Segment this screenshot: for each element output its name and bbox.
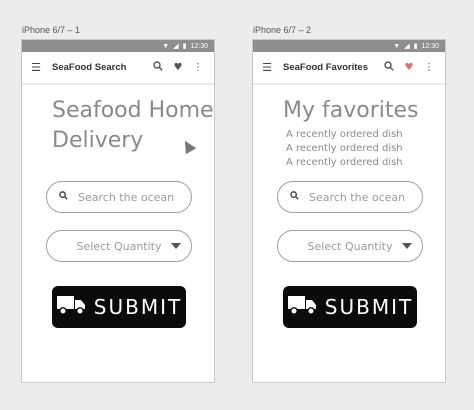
signal-icon: ◢ [173, 42, 179, 50]
app-bar-title: SeaFood Favorites [283, 62, 368, 73]
menu-icon[interactable]: ☰ [28, 61, 44, 74]
page-title: My favorites [283, 98, 419, 123]
artboard-label-2: iPhone 6/7 – 2 [253, 25, 312, 35]
battery-icon: ▮ [182, 42, 187, 50]
search-input[interactable]: Search the ocean [277, 181, 423, 213]
favorite-item: A recently ordered dish [286, 143, 403, 154]
search-icon [290, 191, 299, 203]
status-bar: ▼ ◢ ▮ 12:30 [22, 40, 214, 52]
wifi-icon: ▼ [393, 42, 401, 50]
signal-icon: ◢ [404, 42, 410, 50]
favorite-item: A recently ordered dish [286, 157, 403, 168]
search-icon [59, 191, 68, 203]
submit-button[interactable]: SUBMIT [283, 286, 417, 328]
select-value: Select Quantity [307, 239, 393, 253]
favorite-item: A recently ordered dish [286, 129, 403, 140]
more-vert-icon[interactable]: ⋮ [188, 62, 208, 73]
search-icon[interactable] [148, 61, 168, 74]
search-input[interactable]: Search the ocean [46, 181, 192, 213]
heart-icon[interactable]: ♥ [168, 62, 188, 73]
search-placeholder: Search the ocean [309, 190, 406, 204]
truck-icon [56, 294, 86, 321]
quantity-select[interactable]: Select Quantity [46, 230, 192, 262]
truck-icon [287, 294, 317, 321]
app-bar: ☰ SeaFood Search ♥ ⋮ [22, 52, 214, 84]
search-placeholder: Search the ocean [78, 190, 175, 204]
status-time: 12:30 [421, 42, 439, 50]
app-bar: ☰ SeaFood Favorites ♥ ⋮ [253, 52, 445, 84]
wifi-icon: ▼ [162, 42, 170, 50]
heart-icon[interactable]: ♥ [399, 62, 419, 73]
chevron-down-icon [402, 243, 412, 249]
select-value: Select Quantity [76, 239, 162, 253]
submit-label: SUBMIT [324, 295, 414, 319]
more-vert-icon[interactable]: ⋮ [419, 62, 439, 73]
submit-label: SUBMIT [93, 295, 183, 319]
battery-icon: ▮ [413, 42, 418, 50]
submit-button[interactable]: SUBMIT [52, 286, 186, 328]
app-bar-title: SeaFood Search [52, 62, 127, 73]
quantity-select[interactable]: Select Quantity [277, 230, 423, 262]
menu-icon[interactable]: ☰ [259, 61, 275, 74]
page-title-line-1: Seafood Home [52, 98, 214, 123]
status-time: 12:30 [190, 42, 208, 50]
chevron-down-icon [171, 243, 181, 249]
artboard-label-1: iPhone 6/7 – 1 [22, 25, 81, 35]
phone-favorites-screen: ▼ ◢ ▮ 12:30 ☰ SeaFood Favorites ♥ ⋮ My f… [252, 39, 446, 383]
search-icon[interactable] [379, 61, 399, 74]
status-bar: ▼ ◢ ▮ 12:30 [253, 40, 445, 52]
phone-search-screen: ▼ ◢ ▮ 12:30 ☰ SeaFood Search ♥ ⋮ Seafood… [21, 39, 215, 383]
